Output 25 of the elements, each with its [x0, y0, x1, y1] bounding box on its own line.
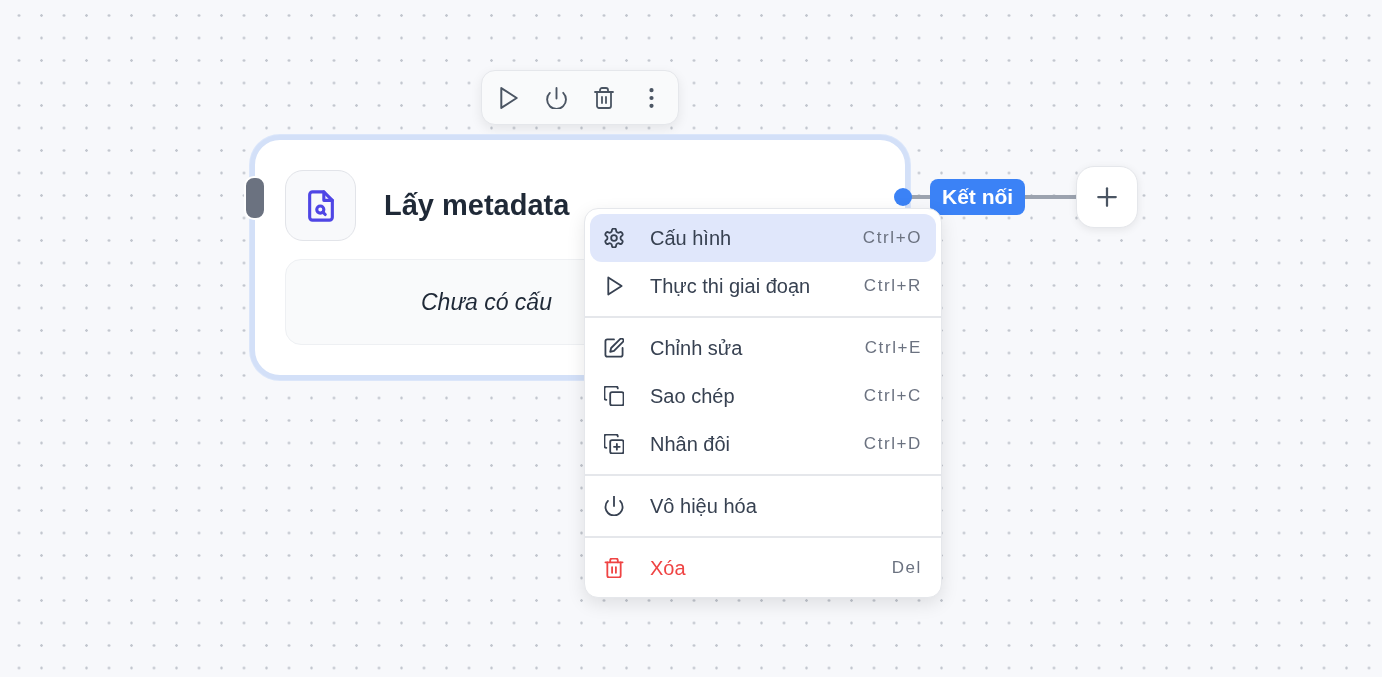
menu-item[interactable]: Nhân đôi Ctrl+D	[590, 420, 936, 468]
keyboard-shortcut: Ctrl+D	[863, 434, 922, 454]
menu-item[interactable]: Xóa Del	[590, 544, 936, 592]
input-handle[interactable]	[244, 176, 266, 220]
copy-icon	[604, 386, 624, 406]
copy-plus-icon	[604, 434, 624, 454]
menu-item[interactable]: Cấu hình Ctrl+O	[590, 214, 936, 262]
play-icon	[499, 86, 518, 109]
description-text: Chưa có cấu	[421, 288, 552, 316]
file-search-icon	[285, 170, 356, 241]
keyboard-shortcut: Ctrl+C	[863, 386, 922, 406]
play-icon	[604, 276, 624, 296]
add-node-button[interactable]	[1076, 166, 1138, 228]
menu-item[interactable]: Vô hiệu hóa	[590, 482, 936, 530]
power-icon	[545, 86, 567, 109]
gear-icon	[604, 228, 624, 248]
node-title: Lấy metadata	[384, 189, 570, 222]
keyboard-shortcut: Del	[891, 558, 922, 578]
pencil-icon	[604, 338, 624, 358]
vertical-dots-icon	[648, 87, 654, 108]
plus-icon	[1097, 187, 1117, 207]
edge-label: Kết nối	[930, 179, 1026, 215]
power-icon	[604, 496, 624, 516]
trash-icon	[593, 86, 614, 109]
trash-icon	[604, 558, 624, 578]
